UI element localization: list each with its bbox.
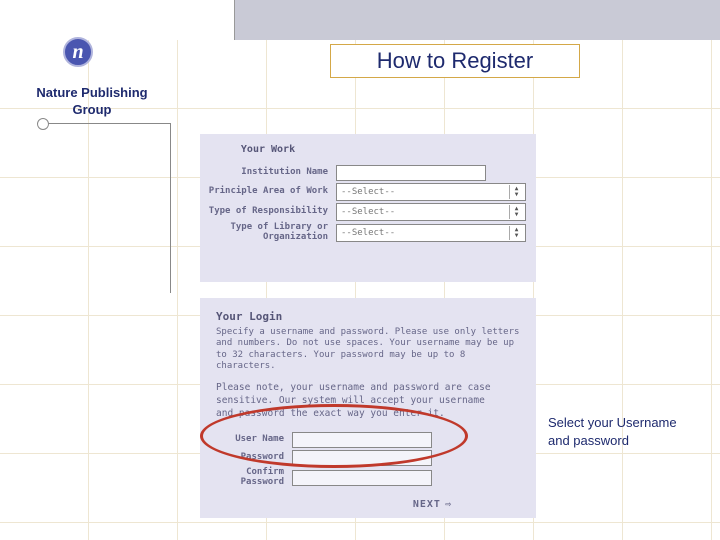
password-input[interactable] bbox=[292, 450, 432, 466]
work-panel: Your Work Institution Name Principle Are… bbox=[200, 134, 536, 282]
password-label: Password bbox=[200, 453, 292, 463]
username-row: User Name bbox=[200, 432, 536, 448]
responsibility-select-value: --Select-- bbox=[341, 207, 395, 217]
login-panel-title: Your Login bbox=[200, 298, 536, 327]
principle-row: Principle Area of Work --Select-- ▲▼ bbox=[200, 183, 536, 201]
institution-label: Institution Name bbox=[200, 168, 336, 178]
sidebar-vertical-rule bbox=[170, 123, 171, 293]
page-title-text: How to Register bbox=[377, 48, 534, 74]
library-select[interactable]: --Select-- ▲▼ bbox=[336, 224, 526, 242]
chevron-updown-icon: ▲▼ bbox=[509, 185, 523, 199]
work-panel-title: Your Work bbox=[200, 134, 336, 163]
responsibility-label: Type of Responsibility bbox=[200, 207, 336, 217]
chevron-updown-icon: ▲▼ bbox=[509, 205, 523, 219]
sidebar-org-name: Nature Publishing Group bbox=[16, 85, 168, 119]
institution-row: Institution Name bbox=[200, 165, 536, 181]
responsibility-row: Type of Responsibility --Select-- ▲▼ bbox=[200, 203, 536, 221]
callout-text: Select your Username and password bbox=[548, 414, 686, 449]
npg-logo: n bbox=[63, 37, 97, 71]
sidebar-divider bbox=[40, 123, 170, 124]
page-title: How to Register bbox=[330, 44, 580, 78]
principle-label: Principle Area of Work bbox=[200, 187, 336, 197]
password-row: Password bbox=[200, 450, 536, 466]
chevron-updown-icon: ▲▼ bbox=[509, 226, 523, 240]
next-button[interactable]: NEXT ⇨ bbox=[413, 499, 452, 510]
library-select-value: --Select-- bbox=[341, 228, 395, 238]
login-instructions: Specify a username and password. Please … bbox=[200, 327, 536, 378]
principle-select[interactable]: --Select-- ▲▼ bbox=[336, 183, 526, 201]
next-button-label: NEXT bbox=[413, 499, 441, 510]
responsibility-select[interactable]: --Select-- ▲▼ bbox=[336, 203, 526, 221]
confirm-label: Confirm Password bbox=[200, 468, 292, 488]
library-row: Type of Library or Organization --Select… bbox=[200, 223, 536, 243]
login-note: Please note, your username and password … bbox=[200, 378, 536, 428]
login-fields: User Name Password Confirm Password bbox=[200, 428, 536, 488]
login-panel: Your Login Specify a username and passwo… bbox=[200, 298, 536, 518]
library-label: Type of Library or Organization bbox=[200, 223, 336, 243]
top-band bbox=[234, 0, 720, 40]
logo-letter: n bbox=[63, 37, 93, 67]
username-label: User Name bbox=[200, 435, 292, 445]
principle-select-value: --Select-- bbox=[341, 187, 395, 197]
institution-input[interactable] bbox=[336, 165, 486, 181]
confirm-password-input[interactable] bbox=[292, 470, 432, 486]
username-input[interactable] bbox=[292, 432, 432, 448]
arrow-right-icon: ⇨ bbox=[445, 499, 452, 510]
confirm-row: Confirm Password bbox=[200, 468, 536, 488]
